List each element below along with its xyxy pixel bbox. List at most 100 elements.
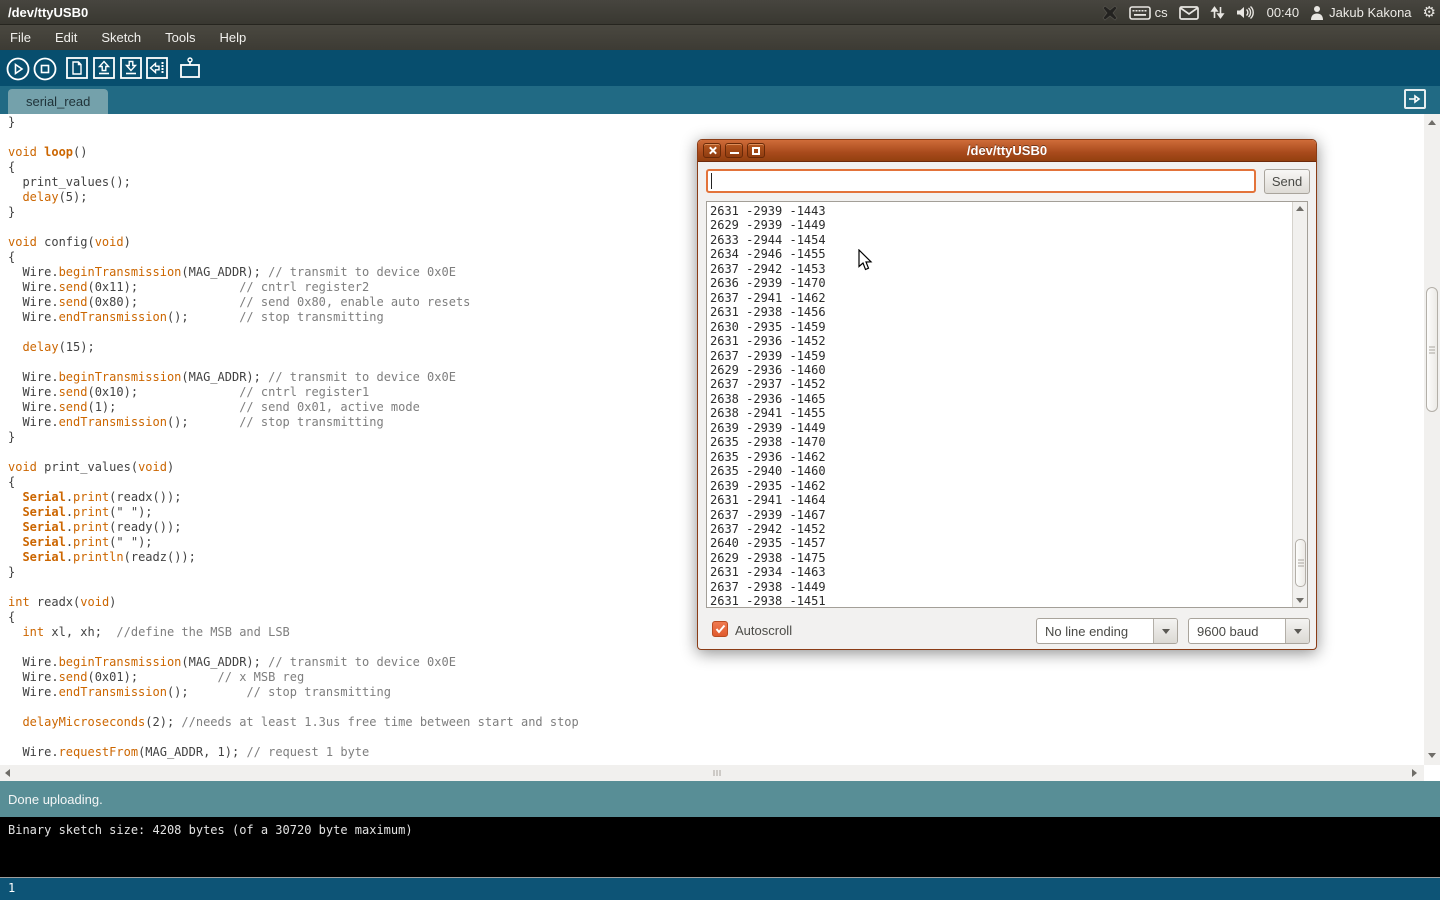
mail-icon[interactable] [1179, 6, 1199, 20]
scroll-down-arrow-icon[interactable] [1296, 598, 1304, 603]
serial-scrollbar[interactable] [1292, 202, 1307, 607]
serial-monitor-button[interactable] [179, 57, 201, 79]
editor-scroll-thumb[interactable] [1426, 287, 1438, 412]
save-sketch-button[interactable] [120, 57, 142, 79]
window-close-button[interactable] [703, 143, 721, 158]
user-menu[interactable]: Jakub Kakona [1310, 5, 1411, 20]
stop-button[interactable] [33, 57, 55, 79]
menubar: File Edit Sketch Tools Help [0, 25, 1440, 50]
tab-menu-button[interactable] [1404, 89, 1426, 109]
code-line: delay(15); [8, 340, 579, 355]
notification-icon[interactable] [1102, 5, 1118, 21]
baud-rate-dropdown[interactable]: 9600 baud [1188, 618, 1310, 644]
code-line: { [8, 250, 579, 265]
serial-scroll-thumb[interactable] [1295, 539, 1306, 587]
open-sketch-button[interactable] [93, 57, 115, 79]
upload-button[interactable] [146, 57, 168, 79]
code-line: Wire.beginTransmission(MAG_ADDR); // tra… [8, 370, 579, 385]
menu-tools[interactable]: Tools [153, 25, 207, 50]
scroll-grip [714, 770, 721, 776]
scroll-right-arrow-icon[interactable] [1412, 769, 1417, 777]
line-ending-dropdown[interactable]: No line ending [1036, 618, 1178, 644]
send-button[interactable]: Send [1264, 169, 1310, 194]
code-line: delayMicroseconds(2); //needs at least 1… [8, 715, 579, 730]
serial-line: 2631 -2938 -1451 [710, 594, 1291, 608]
serial-line: 2637 -2939 -1459 [710, 349, 1291, 363]
code-line: } [8, 430, 579, 445]
code-line: void print_values(void) [8, 460, 579, 475]
scroll-grip [1429, 346, 1435, 353]
code-line [8, 445, 579, 460]
serial-line: 2631 -2934 -1463 [710, 565, 1291, 579]
code-line: } [8, 115, 579, 130]
serial-line: 2638 -2941 -1455 [710, 406, 1291, 420]
scroll-down-arrow-icon[interactable] [1428, 753, 1436, 758]
serial-line: 2637 -2941 -1462 [710, 291, 1291, 305]
serial-line: 2635 -2938 -1470 [710, 435, 1291, 449]
code-line: Wire.beginTransmission(MAG_ADDR); // tra… [8, 265, 579, 280]
status-message: Done uploading. [8, 792, 103, 807]
code-line: int xl, xh; //define the MSB and LSB [8, 625, 579, 640]
tab-serial-read[interactable]: serial_read [8, 89, 108, 114]
scroll-up-arrow-icon[interactable] [1296, 206, 1304, 211]
user-icon [1310, 5, 1324, 20]
code-line: Wire.endTransmission(); // stop transmit… [8, 685, 579, 700]
menu-edit[interactable]: Edit [43, 25, 89, 50]
network-icon[interactable] [1210, 5, 1225, 20]
serial-line: 2635 -2940 -1460 [710, 464, 1291, 478]
new-sketch-button[interactable] [66, 57, 88, 79]
serial-line: 2631 -2941 -1464 [710, 493, 1291, 507]
autoscroll-checkbox[interactable] [712, 621, 728, 637]
code-line [8, 640, 579, 655]
code-line: { [8, 610, 579, 625]
serial-line: 2637 -2937 -1452 [710, 377, 1291, 391]
volume-icon[interactable] [1236, 5, 1256, 20]
code-line [8, 325, 579, 340]
window-maximize-button[interactable] [747, 143, 765, 158]
code-line: Serial.print(" "); [8, 535, 579, 550]
tabbar: serial_read [0, 86, 1440, 114]
code-line: Wire.send(0x11); // cntrl register2 [8, 280, 579, 295]
scroll-up-arrow-icon[interactable] [1428, 120, 1436, 125]
current-line-number: 1 [8, 881, 15, 895]
code-line: Wire.beginTransmission(MAG_ADDR); // tra… [8, 655, 579, 670]
serial-output-view[interactable]: 2631 -2939 -14432629 -2939 -14492633 -29… [706, 201, 1308, 608]
chevron-down-icon[interactable] [1285, 619, 1309, 643]
serial-send-input[interactable] [706, 169, 1256, 193]
keyboard-layout-indicator[interactable]: cs [1129, 5, 1168, 20]
serial-line: 2631 -2938 -1456 [710, 305, 1291, 319]
code-line: Serial.println(readz()); [8, 550, 579, 565]
serial-line: 2637 -2942 -1452 [710, 522, 1291, 536]
serial-line: 2638 -2936 -1465 [710, 392, 1291, 406]
scroll-left-arrow-icon[interactable] [5, 769, 10, 777]
desktop: /dev/ttyUSB0 cs 00:40 Jakub Kakona [0, 0, 1440, 900]
code-line: Serial.print(ready()); [8, 520, 579, 535]
chevron-down-icon[interactable] [1153, 619, 1177, 643]
code-line: { [8, 475, 579, 490]
window-minimize-button[interactable] [725, 143, 743, 158]
serial-line: 2629 -2939 -1449 [710, 218, 1291, 232]
code-line: } [8, 205, 579, 220]
code-line: Serial.print(readx()); [8, 490, 579, 505]
serial-window-titlebar[interactable]: /dev/ttyUSB0 [698, 140, 1316, 162]
menu-file[interactable]: File [0, 25, 43, 50]
menu-sketch[interactable]: Sketch [89, 25, 153, 50]
code-line: Wire.send(0x10); // cntrl register1 [8, 385, 579, 400]
verify-button[interactable] [6, 57, 28, 79]
session-gear-icon[interactable]: ⚙ [1423, 5, 1436, 20]
menu-help[interactable]: Help [207, 25, 258, 50]
keyboard-layout-label: cs [1155, 5, 1168, 20]
autoscroll-label: Autoscroll [735, 623, 792, 638]
serial-line: 2635 -2936 -1462 [710, 450, 1291, 464]
tab-menu-arrow-icon [1408, 93, 1422, 105]
clock[interactable]: 00:40 [1267, 5, 1300, 20]
code-area: } void loop(){ print_values(); delay(5);… [8, 115, 579, 760]
editor-horizontal-scrollbar[interactable] [0, 765, 1424, 781]
console-text: Binary sketch size: 4208 bytes (of a 307… [8, 823, 413, 837]
code-line: Wire.send(0x01); // x MSB reg [8, 670, 579, 685]
serial-line: 2637 -2938 -1449 [710, 580, 1291, 594]
editor-vertical-scrollbar[interactable] [1424, 114, 1440, 765]
mouse-cursor [858, 249, 873, 277]
code-line: Wire.requestFrom(MAG_ADDR, 1); // reques… [8, 745, 579, 760]
code-line [8, 580, 579, 595]
